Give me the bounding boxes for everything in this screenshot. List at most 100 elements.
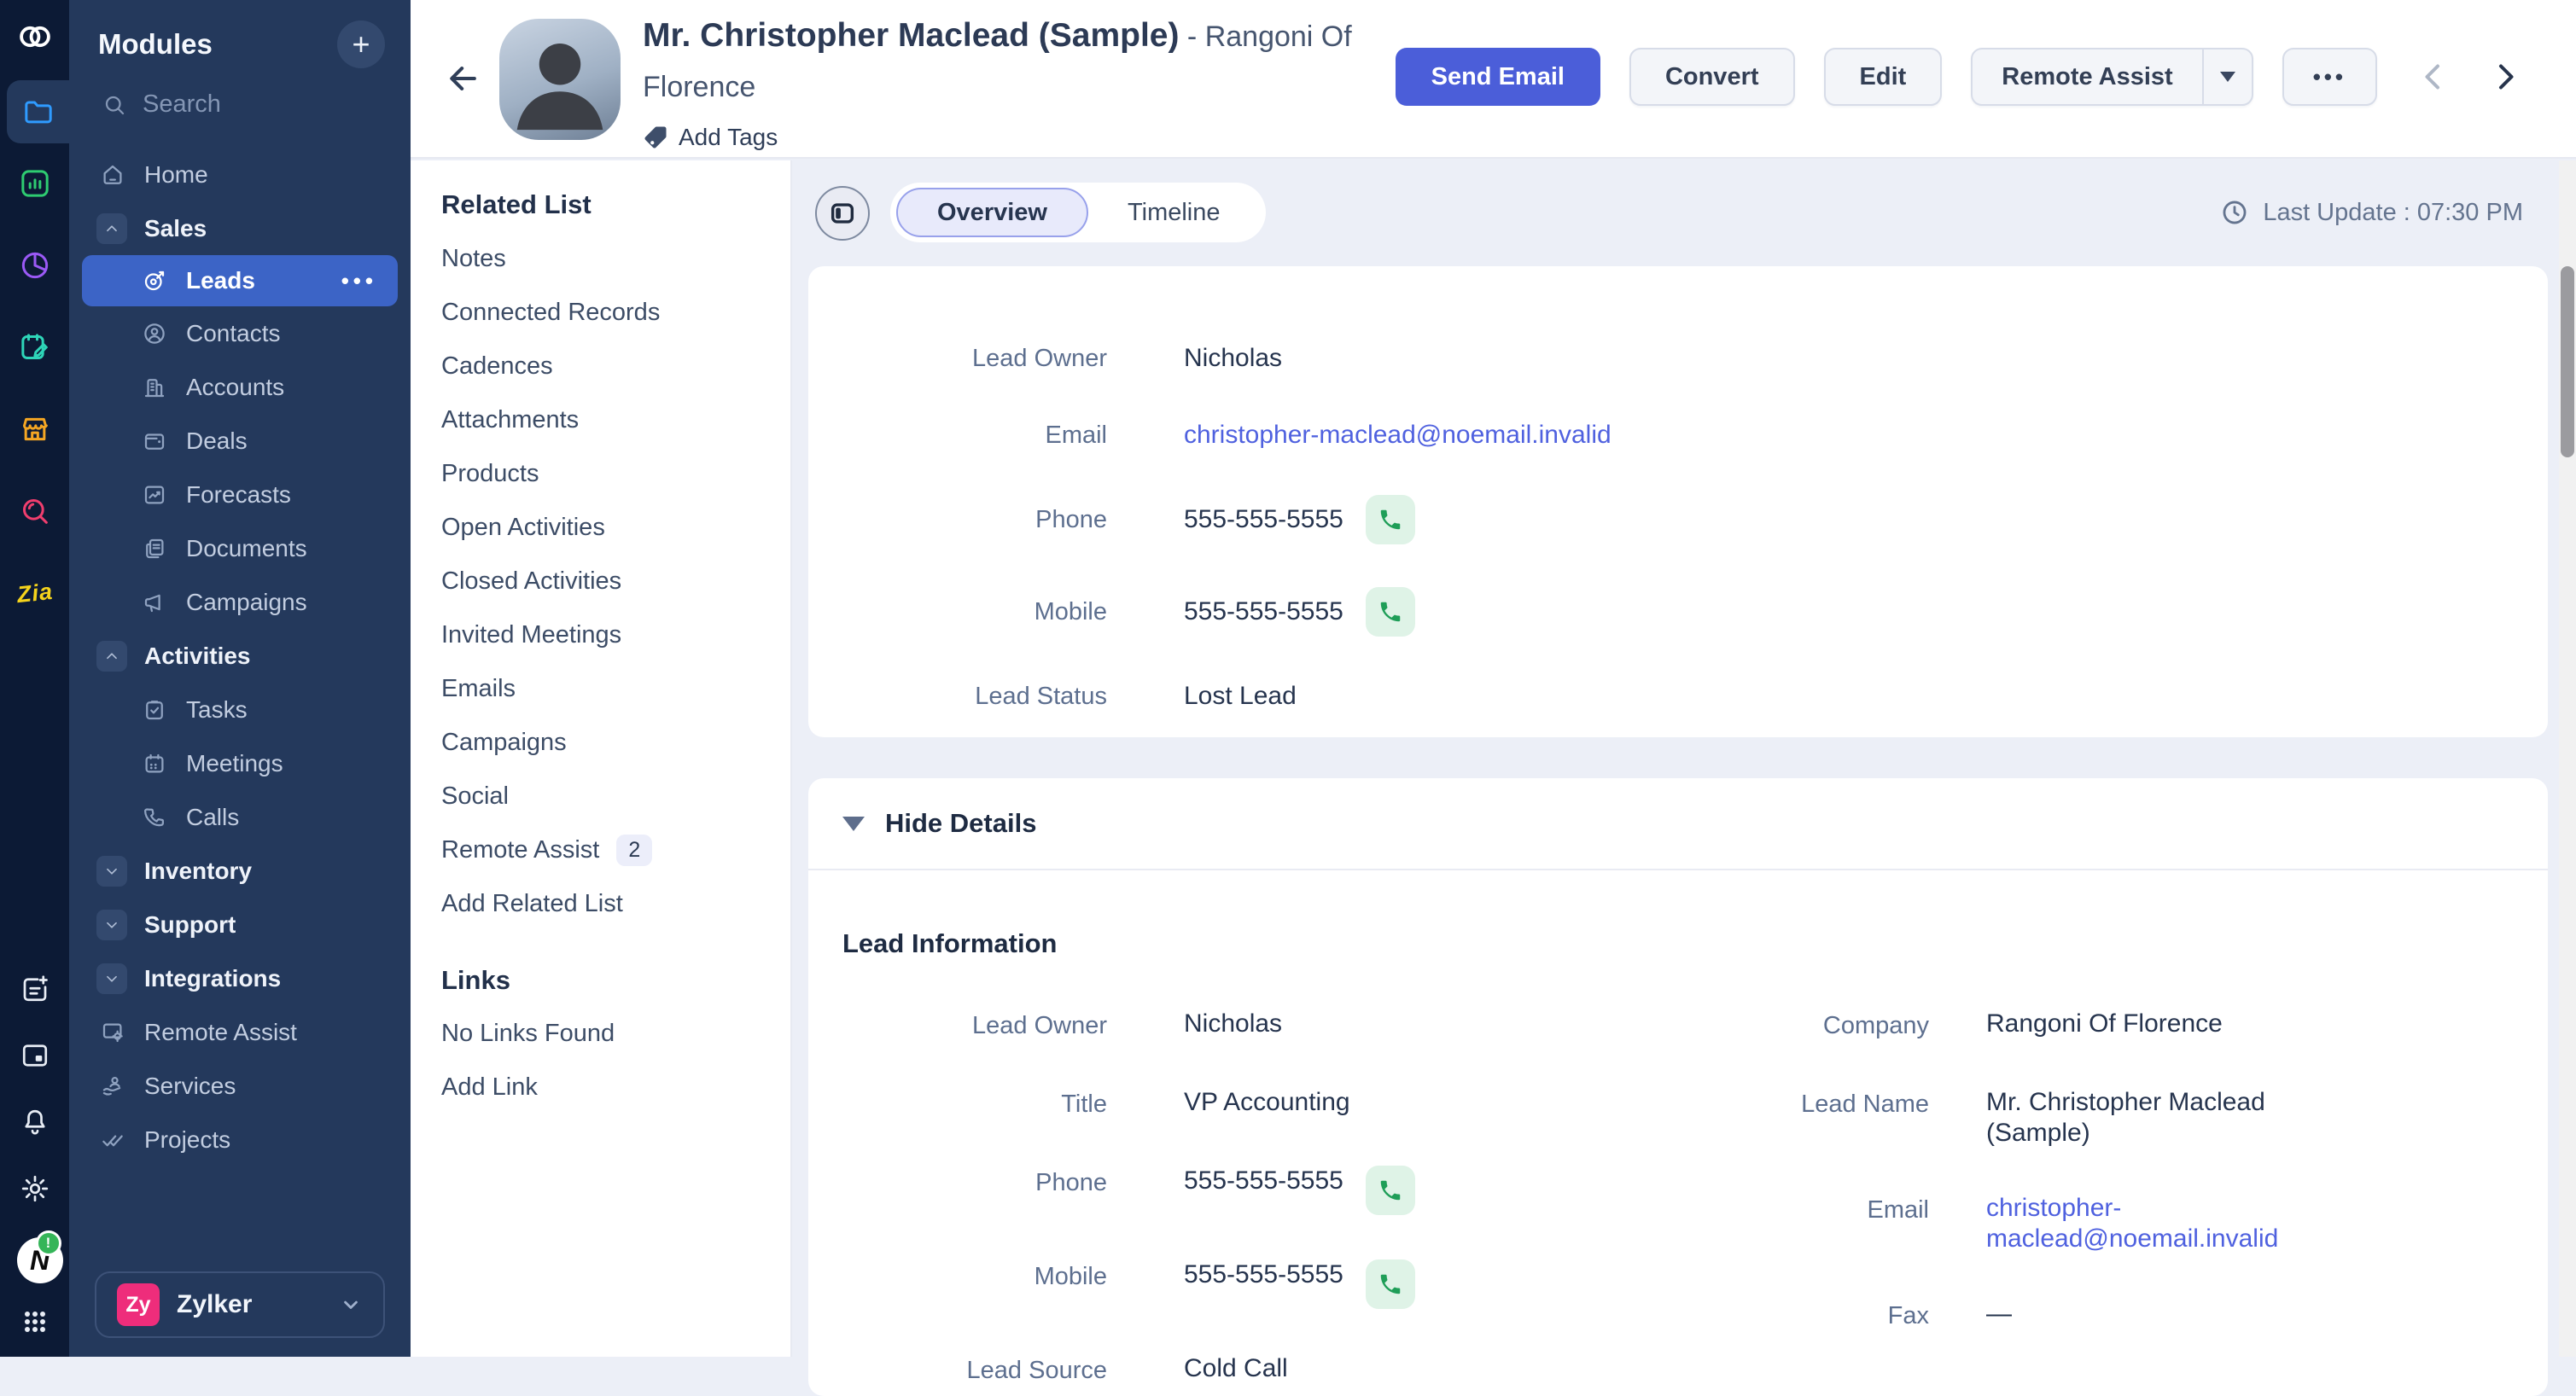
next-record-icon[interactable] (2488, 60, 2522, 94)
projects-double-check-icon (100, 1127, 125, 1153)
tag-icon (643, 125, 668, 150)
lead-owner-value: Nicholas (1184, 1009, 1282, 1039)
contacts-icon (142, 321, 167, 346)
sidebar-search[interactable]: Search (102, 90, 382, 119)
add-module-button[interactable]: + (337, 20, 385, 68)
email-link[interactable]: christopher-maclead@noemail.invalid (1184, 420, 1611, 451)
convert-button[interactable]: Convert (1629, 48, 1795, 106)
rail-item-marketplace[interactable] (15, 410, 55, 449)
related-item-connected-records[interactable]: Connected Records (441, 286, 790, 340)
remote-assist-icon (100, 1020, 125, 1045)
sidebar-group-integrations[interactable]: Integrations (69, 951, 411, 1005)
email-link[interactable]: christopher-maclead@noemail.invalid (1986, 1193, 2366, 1254)
related-item-emails[interactable]: Emails (441, 662, 790, 716)
phone-icon (1378, 507, 1403, 532)
collapse-panel-button[interactable] (815, 186, 870, 241)
call-phone-button[interactable] (1366, 495, 1415, 544)
rail-item-planner[interactable] (15, 328, 55, 367)
lead-avatar[interactable] (499, 19, 621, 140)
rail-item-reports[interactable] (15, 246, 55, 285)
sidebar-item-meetings[interactable]: Meetings (69, 736, 411, 790)
rail-item-notifications[interactable] (17, 1104, 53, 1140)
sidebar-item-accounts[interactable]: Accounts (69, 360, 411, 414)
record-header: Mr. Christopher Maclead (Sample) - Rango… (411, 0, 2576, 159)
org-switcher[interactable]: Zy Zylker (95, 1271, 385, 1338)
back-button[interactable] (445, 60, 482, 97)
org-name: Zylker (177, 1290, 252, 1319)
add-related-list-link[interactable]: Add Related List (441, 877, 790, 931)
remote-assist-dropdown[interactable] (2202, 49, 2252, 104)
related-item-products[interactable]: Products (441, 447, 790, 501)
sidebar-item-leads[interactable]: Leads ••• (82, 255, 398, 306)
related-item-cadences[interactable]: Cadences (441, 340, 790, 393)
sidebar-item-projects[interactable]: Projects (69, 1113, 411, 1166)
hide-details-toggle[interactable]: Hide Details (808, 778, 2548, 870)
related-item-campaigns[interactable]: Campaigns (441, 716, 790, 770)
chevron-down-icon[interactable] (96, 910, 127, 940)
rail-item-add-note[interactable] (17, 971, 53, 1007)
sidebar-item-tasks[interactable]: Tasks (69, 683, 411, 736)
sidebar-item-services[interactable]: Services (69, 1059, 411, 1113)
leads-target-icon (142, 268, 167, 294)
rail-item-analytics[interactable] (15, 164, 55, 203)
field-row: Fax — (1678, 1299, 2514, 1333)
main-scrollbar-track[interactable] (2559, 160, 2576, 1357)
related-item-remote-assist[interactable]: Remote Assist 2 (441, 823, 790, 877)
rail-item-apps-grid[interactable] (17, 1304, 53, 1340)
related-item-social[interactable]: Social (441, 770, 790, 823)
mobile-value: 555-555-5555 (1184, 1259, 1343, 1290)
chevron-down-icon[interactable] (96, 963, 127, 994)
calendar-edit-icon (18, 330, 52, 364)
sidebar-group-sales[interactable]: Sales (69, 201, 411, 255)
sidebar-item-documents[interactable]: Documents (69, 521, 411, 575)
sidebar-item-remote-assist[interactable]: Remote Assist (69, 1005, 411, 1059)
call-phone-button[interactable] (1366, 1166, 1415, 1215)
sidebar-item-campaigns[interactable]: Campaigns (69, 575, 411, 629)
related-item-notes[interactable]: Notes (441, 232, 790, 286)
sidebar-item-calls[interactable]: Calls (69, 790, 411, 844)
rail-item-panel[interactable] (17, 1038, 53, 1073)
more-actions-button[interactable]: ••• (2282, 48, 2377, 106)
tab-overview[interactable]: Overview (896, 188, 1088, 237)
field-row: Phone 555-555-5555 (842, 495, 2514, 544)
rail-item-settings[interactable] (17, 1171, 53, 1207)
sidebar-group-activities[interactable]: Activities (69, 629, 411, 683)
add-link-link[interactable]: Add Link (441, 1061, 790, 1114)
magnifier-icon (18, 494, 52, 528)
prev-record-icon[interactable] (2416, 60, 2451, 94)
modules-sidebar: Modules + Search Home Sales Leads ••• Co… (69, 0, 411, 1357)
chevron-up-icon[interactable] (96, 213, 127, 244)
main-scrollbar-thumb[interactable] (2561, 266, 2574, 457)
phone-icon (142, 805, 167, 830)
related-item-open-activities[interactable]: Open Activities (441, 501, 790, 555)
sidebar-item-contacts[interactable]: Contacts (69, 306, 411, 360)
sidebar-group-inventory[interactable]: Inventory (69, 844, 411, 898)
rail-item-modules-active[interactable] (7, 80, 69, 143)
sidebar-item-forecasts[interactable]: Forecasts (69, 468, 411, 521)
add-tags-button[interactable]: Add Tags (643, 124, 1394, 151)
leads-more-icon[interactable]: ••• (341, 268, 377, 294)
sidebar-item-deals[interactable]: Deals (69, 414, 411, 468)
sidebar-group-support[interactable]: Support (69, 898, 411, 951)
tab-timeline[interactable]: Timeline (1088, 188, 1260, 237)
field-row: Lead Owner Nicholas (842, 1009, 1678, 1043)
search-icon (102, 92, 127, 118)
lead-source-value: Cold Call (1184, 1353, 1288, 1384)
chevron-down-icon[interactable] (96, 856, 127, 887)
chevron-up-icon[interactable] (96, 641, 127, 672)
related-item-attachments[interactable]: Attachments (441, 393, 790, 447)
edit-button[interactable]: Edit (1824, 48, 1943, 106)
call-mobile-button[interactable] (1366, 1259, 1415, 1309)
send-email-button[interactable]: Send Email (1396, 48, 1600, 106)
call-mobile-button[interactable] (1366, 587, 1415, 637)
rail-item-zoom-search[interactable] (15, 492, 55, 531)
lead-info-left-column: Lead Owner Nicholas Title VP Accounting … (842, 1009, 1678, 1387)
related-item-invited-meetings[interactable]: Invited Meetings (441, 608, 790, 662)
remote-assist-split-button[interactable]: Remote Assist (1971, 48, 2253, 106)
user-avatar-n[interactable]: N ! (17, 1237, 53, 1273)
page-title: Mr. Christopher Maclead (Sample) (643, 17, 1179, 54)
zia-icon[interactable]: Zia (13, 572, 56, 615)
related-item-closed-activities[interactable]: Closed Activities (441, 555, 790, 608)
gear-icon (20, 1173, 50, 1204)
sidebar-item-home[interactable]: Home (69, 148, 411, 201)
